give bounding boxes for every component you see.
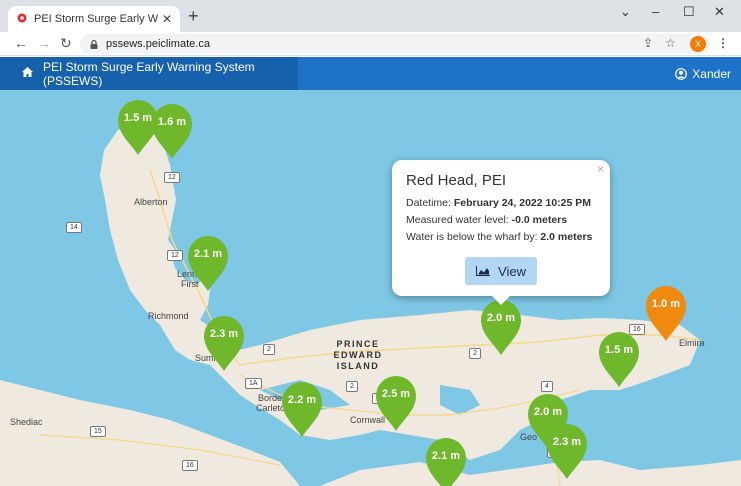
popup-water-level: Measured water level: -0.0 meters (406, 214, 596, 226)
station-marker[interactable]: 1.6 m (151, 104, 193, 160)
place-shediac: Shediac (10, 417, 43, 427)
station-marker[interactable]: 1.5 m (598, 332, 640, 388)
marker-label: 2.2 m (287, 394, 317, 406)
view-chart-button[interactable]: View (465, 257, 537, 285)
map-view[interactable]: Alberton Lennox First Richmond Summ Bord… (0, 90, 741, 486)
place-alberton: Alberton (134, 197, 168, 207)
map-pin-icon (547, 424, 587, 479)
popup-title: Red Head, PEI (406, 172, 507, 189)
user-circle-icon (675, 67, 688, 80)
marker-label: 2.1 m (431, 450, 461, 462)
datetime-label: Datetime: (406, 197, 451, 209)
map-pin-icon (426, 438, 466, 486)
highway-shield: 2 (346, 381, 358, 392)
browser-window: PEI Storm Surge Early Warning Sy ✕ + ⌄ –… (0, 0, 741, 486)
popup-close-icon[interactable]: × (597, 162, 604, 176)
marker-label: 2.3 m (209, 328, 239, 340)
marker-label: 1.5 m (604, 344, 634, 356)
map-pin-icon (481, 300, 521, 355)
map-pin-icon (646, 286, 686, 341)
pei-label-line-3: ISLAND (336, 361, 380, 371)
maximize-button[interactable]: ☐ (683, 4, 695, 20)
view-button-label: View (498, 263, 526, 279)
back-arrow-icon[interactable]: ← (14, 35, 28, 51)
app-navbar: PEI Storm Surge Early Warning System (PS… (0, 57, 741, 90)
map-pin-icon (282, 382, 322, 437)
map-land-svg (0, 125, 741, 486)
marker-label: 2.3 m (552, 436, 582, 448)
highway-shield: 2 (263, 344, 275, 355)
station-marker[interactable]: 2.3 m (203, 316, 245, 372)
area-chart-icon (476, 266, 491, 276)
station-marker[interactable]: 2.2 m (281, 382, 323, 438)
popup-wharf: Water is below the wharf by: 2.0 meters (406, 231, 596, 243)
profile-avatar[interactable]: X (690, 36, 706, 52)
marker-label: 2.0 m (486, 312, 516, 324)
tab-close-icon[interactable]: ✕ (162, 12, 172, 26)
marker-label: 1.6 m (157, 116, 187, 128)
user-name: Xander (692, 66, 731, 81)
address-bar[interactable]: pssews.peiclimate.ca (80, 34, 710, 54)
water-level-label: Measured water level: (406, 214, 509, 226)
browser-toolbar: ← → ↻ pssews.peiclimate.ca ⇪ ☆ X ⋮ (0, 32, 741, 56)
marker-label: 1.0 m (651, 298, 681, 310)
map-pin-icon (204, 316, 244, 371)
browser-tab[interactable]: PEI Storm Surge Early Warning Sy ✕ (8, 6, 180, 32)
brand-link[interactable]: PEI Storm Surge Early Warning System (PS… (0, 57, 298, 90)
new-tab-button[interactable]: + (188, 7, 199, 25)
forward-arrow-icon[interactable]: → (37, 35, 51, 51)
pei-label-line-2: EDWARD (333, 350, 383, 360)
water-level-value: -0.0 meters (511, 214, 568, 226)
wharf-label: Water is below the wharf by: (406, 231, 538, 243)
station-marker[interactable]: 1.0 m (645, 286, 687, 342)
station-marker[interactable]: 2.3 m (546, 424, 588, 480)
reload-icon[interactable]: ↻ (60, 35, 72, 52)
share-icon[interactable]: ⇪ (643, 36, 653, 50)
place-pei: PRINCE EDWARD ISLAND (332, 339, 384, 372)
highway-shield: 16 (182, 460, 198, 471)
bookmark-star-icon[interactable]: ☆ (665, 36, 676, 50)
station-marker[interactable]: 2.1 m (425, 438, 467, 486)
highway-shield: 15 (90, 426, 106, 437)
marker-label: 2.5 m (381, 388, 411, 400)
marker-label: 2.0 m (533, 406, 563, 418)
station-marker[interactable]: 2.1 m (187, 236, 229, 292)
url-text: pssews.peiclimate.ca (106, 38, 210, 50)
highway-shield: 1A (245, 378, 262, 389)
close-window-button[interactable]: ✕ (714, 4, 725, 20)
highway-shield: 4 (541, 381, 553, 392)
minimize-button[interactable]: – (652, 4, 659, 19)
marker-label: 2.1 m (193, 248, 223, 260)
pei-label-line-1: PRINCE (336, 339, 380, 349)
map-pin-icon (188, 236, 228, 291)
user-menu[interactable]: Xander (675, 57, 731, 90)
highway-shield: 12 (167, 250, 183, 261)
station-marker[interactable]: 2.0 m (480, 300, 522, 356)
place-richmond: Richmond (148, 311, 189, 321)
map-pin-icon (152, 104, 192, 159)
home-icon (22, 67, 33, 80)
map-pin-icon (599, 332, 639, 387)
highway-shield: 12 (164, 172, 180, 183)
brand-title: PEI Storm Surge Early Warning System (PS… (43, 59, 255, 88)
highway-shield: 14 (66, 222, 82, 233)
station-popup: × Red Head, PEI Datetime: February 24, 2… (392, 160, 610, 305)
menu-kebab-icon[interactable]: ⋮ (717, 36, 729, 50)
tab-search-chevron-icon[interactable]: ⌄ (620, 4, 631, 20)
tab-strip: PEI Storm Surge Early Warning Sy ✕ + ⌄ –… (0, 0, 741, 32)
tab-title: PEI Storm Surge Early Warning Sy (34, 13, 158, 25)
wharf-value: 2.0 meters (540, 231, 593, 243)
popup-datetime: Datetime: February 24, 2022 10:25 PM (406, 197, 596, 209)
station-marker[interactable]: 2.5 m (375, 376, 417, 432)
datetime-value: February 24, 2022 10:25 PM (453, 197, 592, 209)
map-pin-icon (376, 376, 416, 431)
map-pin-favicon-icon (17, 13, 27, 23)
lock-icon (90, 39, 98, 49)
